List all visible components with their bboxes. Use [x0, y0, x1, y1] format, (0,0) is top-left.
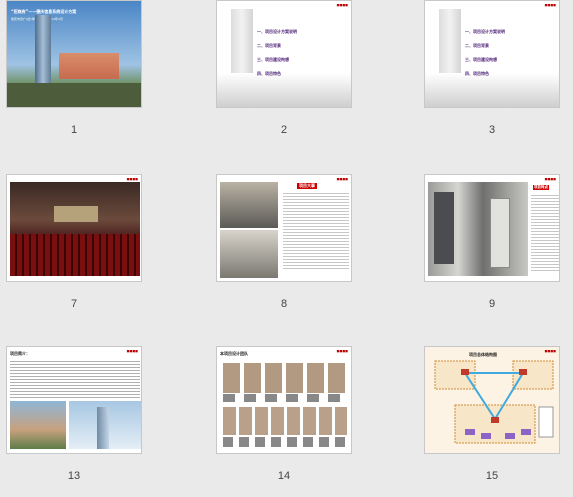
body-text [283, 191, 349, 271]
road-image [7, 83, 141, 107]
faded-city-image [217, 73, 351, 107]
section-heading: 本项目设计团队 [220, 351, 248, 356]
slide-subtitle: 肇庆市德广(德)律师事务所 2014年4月 [11, 17, 63, 21]
slide-number: 3 [488, 124, 496, 136]
logo-icon: ■■■■ [336, 177, 348, 181]
slide-number: 2 [280, 124, 288, 136]
logo-icon: ■■■■ [544, 3, 556, 7]
logo-icon: ■■■■ [126, 349, 138, 353]
faded-city-image [425, 73, 559, 107]
faded-tower-image [231, 9, 253, 79]
slide-thumbnail-1[interactable]: “招商府”——德庆信息系统设计方案 肇庆市德广(德)律师事务所 2014年4月 … [6, 0, 146, 146]
menu-item: 二、项目背景 [465, 43, 489, 48]
slide-number: 1 [70, 124, 78, 136]
section-heading: 项目大事 [297, 183, 317, 189]
team-photos-row-1 [223, 363, 347, 393]
slide-title: “招商府”——德庆信息系统设计方案 [11, 9, 77, 14]
section-heading: 项目特点 [533, 185, 549, 190]
team-names [223, 437, 347, 447]
slide-number: 15 [485, 470, 499, 482]
slide-number: 13 [67, 470, 81, 482]
office-photo [220, 182, 278, 228]
slide-number: 7 [70, 298, 78, 310]
menu-item: 三、项目建设构想 [257, 57, 289, 62]
slide-thumbnail-2[interactable]: ■■■■ 一、项目设计方案说明 二、项目背景 三、项目建设构想 四、项目特色 2 [216, 0, 356, 146]
slide-thumbnail-3[interactable]: ■■■■ 一、项目设计方案说明 二、项目背景 三、项目建设构想 四、项目特色 3 [424, 0, 564, 146]
city-render-photo [10, 401, 66, 449]
team-photos-row-2 [223, 407, 347, 435]
menu-item: 一、项目设计方案说明 [257, 29, 297, 34]
menu-item: 一、项目设计方案说明 [465, 29, 505, 34]
building-image [59, 53, 119, 79]
team-names [223, 394, 347, 402]
body-text [531, 193, 559, 273]
logo-icon: ■■■■ [126, 177, 138, 181]
auditorium-photo [10, 182, 140, 276]
network-diagram [434, 360, 554, 444]
office-photo [220, 230, 278, 278]
slide-thumbnail-9[interactable]: ■■■■ 项目特点 9 [424, 174, 564, 320]
slide-thumbnail-15[interactable]: ■■■■ 项目总体结构图 15 [424, 346, 564, 492]
slide-number: 14 [277, 470, 291, 482]
server-room-photo [428, 182, 528, 276]
menu-item: 三、项目建设构想 [465, 57, 497, 62]
slide-thumbnail-14[interactable]: ■■■■ 本项目设计团队 14 [216, 346, 356, 492]
slide-thumbnail-7[interactable]: ■■■■ 7 [6, 174, 146, 320]
menu-item: 四、项目特色 [257, 71, 281, 76]
section-heading: 项目简介： [10, 351, 30, 356]
tower-image [35, 15, 51, 83]
slide-thumbnail-8[interactable]: ■■■■ 项目大事 8 [216, 174, 356, 320]
slide-number: 9 [488, 298, 496, 310]
logo-icon: ■■■■ [336, 349, 348, 353]
logo-icon: ■■■■ [336, 3, 348, 7]
tower-render-photo [69, 401, 141, 449]
body-text [10, 359, 140, 399]
faded-tower-image [439, 9, 461, 79]
logo-icon: ■■■■ [544, 177, 556, 181]
slide-thumbnail-13[interactable]: ■■■■ 项目简介： 13 [6, 346, 146, 492]
menu-item: 四、项目特色 [465, 71, 489, 76]
menu-item: 二、项目背景 [257, 43, 281, 48]
slide-number: 8 [280, 298, 288, 310]
